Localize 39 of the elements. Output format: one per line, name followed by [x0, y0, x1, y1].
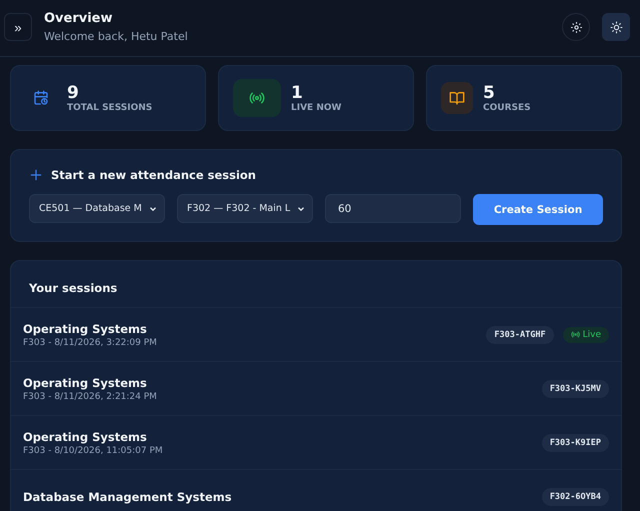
session-row[interactable]: Operating Systems F303 - 8/11/2026, 2:21:24 PM F303-KJ5MV: [11, 362, 621, 416]
session-name: Database Management Systems: [23, 490, 233, 504]
session-code: F303-KJ5MV: [542, 380, 609, 398]
session-row[interactable]: Operating Systems F303 - 8/11/2026, 3:22:09 PM F303-ATGHF Live: [11, 308, 621, 362]
session-details: F303 - 8/11/2026, 2:21:24 PM: [23, 392, 158, 402]
stat-label: COURSES: [483, 103, 531, 113]
stat-value: 1: [291, 83, 304, 103]
live-label: Live: [582, 330, 601, 340]
session-row[interactable]: Database Management Systems F302-6OYB4: [11, 470, 621, 511]
course-select[interactable]: CE501 — Database M: [29, 194, 165, 223]
session-details: F303 - 8/10/2026, 11:05:07 PM: [23, 446, 164, 456]
broadcast-icon: [249, 90, 265, 106]
session-code: F302-6OYB4: [542, 488, 609, 506]
session-code: F303-K9IEP: [542, 434, 609, 452]
sidebar-toggle-button[interactable]: »: [4, 13, 32, 41]
session-code: F303-ATGHF: [486, 326, 554, 344]
create-session-button[interactable]: Create Session: [473, 194, 603, 225]
session-row[interactable]: Operating Systems F303 - 8/10/2026, 11:05:07 PM F303-K9IEP: [11, 416, 621, 470]
settings-button[interactable]: [562, 13, 590, 41]
stat-label: LIVE NOW: [291, 103, 342, 113]
welcome-text: Welcome back, Hetu Patel: [44, 30, 189, 43]
broadcast-icon: [570, 330, 580, 339]
session-name: Operating Systems: [23, 322, 148, 336]
stat-label: TOTAL SESSIONS: [67, 103, 152, 113]
stat-value: 9: [67, 83, 80, 103]
session-details: F303 - 8/11/2026, 3:22:09 PM: [23, 338, 158, 348]
theme-toggle-button[interactable]: [602, 13, 630, 41]
room-select[interactable]: F302 — F302 - Main L: [177, 194, 313, 223]
stat-value: 5: [483, 83, 496, 103]
sun-icon: [610, 20, 622, 34]
book-icon: [449, 90, 465, 106]
page-title: Overview: [44, 11, 114, 26]
session-name: Operating Systems: [23, 376, 148, 390]
duration-field[interactable]: 60: [325, 194, 461, 223]
sessions-title: Your sessions: [11, 261, 621, 308]
plus-icon: [29, 168, 43, 182]
new-session-title: Start a new attendance session: [51, 168, 256, 182]
calendar-clock-icon: [33, 90, 49, 106]
session-name: Operating Systems: [23, 430, 148, 444]
